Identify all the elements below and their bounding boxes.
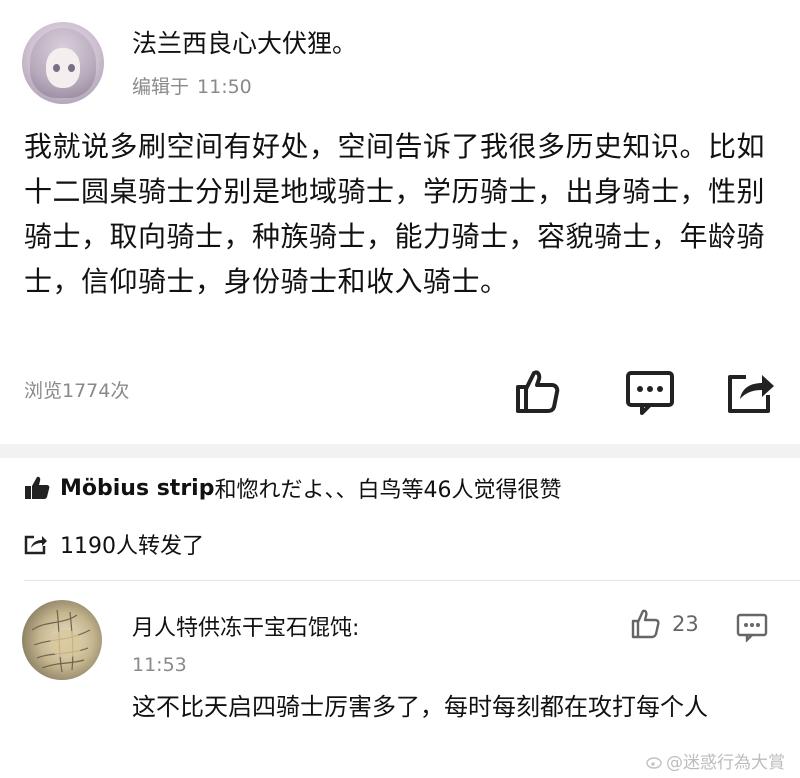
comments-divider (24, 580, 800, 581)
forward-icon (24, 535, 47, 555)
reply-icon[interactable] (736, 612, 768, 642)
small-thumbs-up-icon (25, 476, 50, 499)
comment-icon[interactable] (624, 365, 676, 417)
likes-rest: 和惚れだよ、、白鸟等46人觉得很赞 (214, 478, 562, 503)
comment-like-button[interactable]: 23 (630, 608, 699, 640)
shares-summary[interactable]: 1190人转发了 (24, 528, 204, 560)
comment-author-avatar[interactable] (22, 600, 102, 680)
section-divider (0, 444, 800, 458)
view-count: 浏览1774次 (24, 380, 130, 402)
edit-label: 编辑于 (132, 76, 190, 98)
comment-body: 这不比天启四骑士厉害多了，每时每刻都在攻打每个人 (132, 693, 708, 721)
post-author-avatar[interactable] (22, 22, 104, 104)
edit-time-value: 11:50 (197, 76, 252, 98)
comment-time: 11:53 (132, 654, 187, 676)
liker-names[interactable]: Möbius strip (60, 476, 214, 501)
weibo-icon (646, 757, 662, 769)
post-edit-time: 编辑于 11:50 (132, 72, 260, 99)
thumbs-up-icon[interactable] (512, 365, 564, 417)
watermark-text: @迷惑行為大賞 (666, 753, 785, 773)
shares-text: 1190人转发了 (60, 534, 204, 559)
post-author-name[interactable]: 法兰西良心大伏狸。 (132, 24, 357, 60)
comment-thumbs-up-icon (631, 609, 660, 639)
post-body: 我就说多刷空间有好处，空间告诉了我很多历史知识。比如十二圆桌骑士分别是地域骑士，… (24, 130, 766, 298)
share-icon[interactable] (724, 365, 776, 417)
comment-author-name[interactable]: 月人特供冻干宝石馄饨: (132, 610, 359, 642)
comment-like-count: 23 (672, 612, 699, 636)
watermark: @迷惑行為大賞 (646, 748, 785, 773)
likes-summary[interactable]: Möbius strip 和惚れだよ、、白鸟等46人觉得很赞 (24, 472, 561, 504)
